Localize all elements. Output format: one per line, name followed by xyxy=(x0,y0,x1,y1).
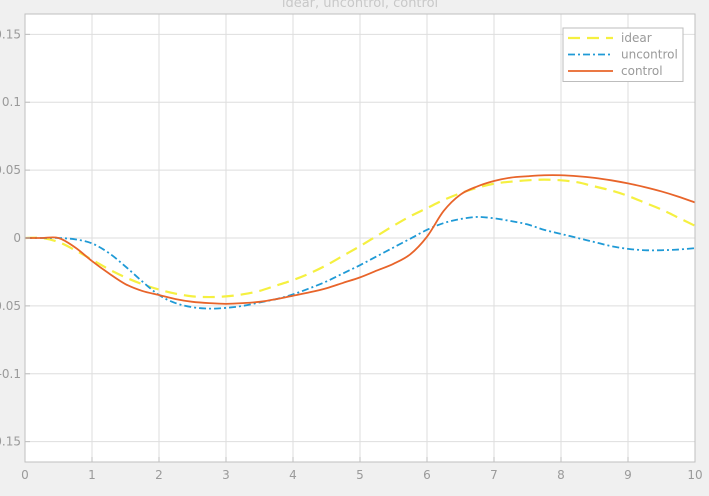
line-chart: 0 1 2 3 4 5 6 7 8 9 10 0.15 0.1 0.05 0 -0.05 -0.1 -0.15 i… xyxy=(0,0,709,492)
y-tick-label: -0.15 xyxy=(0,435,21,449)
figure: 0 1 2 3 4 5 6 7 8 9 10 0.15 0.1 0.05 0 -0.05 -0.1 -0.15 i… xyxy=(0,0,709,492)
legend-label-idear: idear xyxy=(621,31,652,45)
x-tick-label: 10 xyxy=(687,468,702,482)
y-tick-label: 0 xyxy=(13,231,21,245)
x-tick-label: 1 xyxy=(88,468,96,482)
chart-title: idear, uncontrol, control xyxy=(282,0,438,11)
y-tick-label: 0.1 xyxy=(2,95,21,109)
x-tick-label: 4 xyxy=(289,468,297,482)
x-tick-label: 5 xyxy=(356,468,364,482)
x-tick-label: 3 xyxy=(222,468,230,482)
x-tick-label: 0 xyxy=(21,468,29,482)
y-tick-label: -0.05 xyxy=(0,299,21,313)
x-tick-label: 6 xyxy=(423,468,431,482)
y-tick-label: 0.15 xyxy=(0,27,21,41)
x-tick-label: 7 xyxy=(490,468,498,482)
legend-label-uncontrol: uncontrol xyxy=(621,48,678,62)
x-tick-label: 9 xyxy=(624,468,632,482)
x-tick-label: 8 xyxy=(557,468,565,482)
legend-label-control: control xyxy=(621,64,663,78)
legend: idear uncontrol control xyxy=(562,27,684,82)
y-tick-label: -0.1 xyxy=(0,367,21,381)
x-tick-label: 2 xyxy=(155,468,163,482)
y-tick-label: 0.05 xyxy=(0,163,21,177)
